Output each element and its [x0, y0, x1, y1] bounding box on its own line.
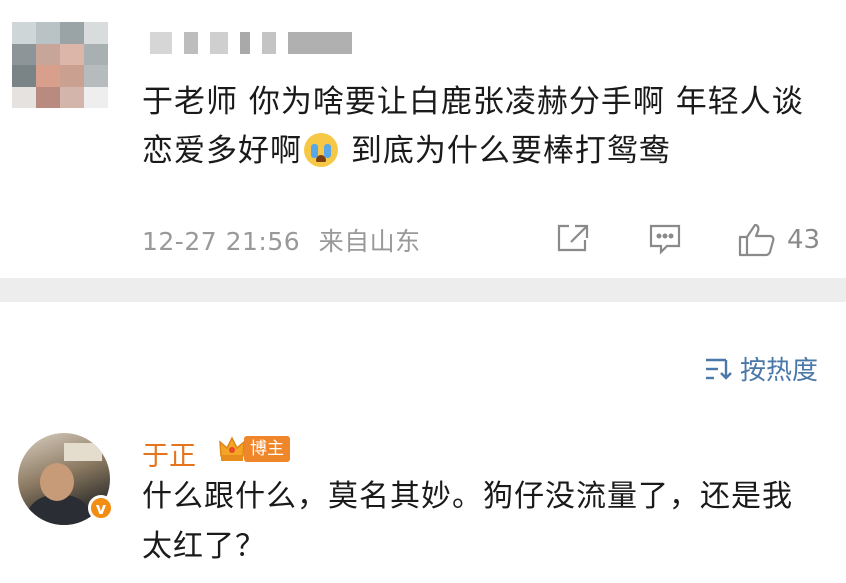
- comment-button[interactable]: [647, 222, 683, 256]
- avatar[interactable]: [12, 22, 108, 108]
- blogger-tag: 博主: [244, 436, 290, 462]
- crying-face-emoji-icon: [304, 133, 338, 167]
- blogger-badge: 博主: [218, 434, 290, 464]
- section-divider: [0, 278, 846, 302]
- crown-icon: [219, 436, 245, 461]
- sort-icon: [705, 358, 732, 380]
- original-comment: 于老师 你为啥要让白鹿张凌赫分手啊 年轻人谈恋爱多好啊 到底为什么要棒打鸳鸯 1…: [0, 0, 846, 278]
- thumbs-up-icon: [738, 223, 775, 257]
- comment-meta: 12-27 21:56 来自山东: [142, 222, 421, 258]
- reply-text: 什么跟什么，莫名其妙。狗仔没流量了，还是我太红了？: [142, 479, 793, 564]
- verified-badge-icon: v: [88, 495, 114, 521]
- timestamp: 12-27 21:56: [142, 227, 301, 256]
- reply-username[interactable]: 于正: [142, 434, 196, 473]
- username-redacted[interactable]: [150, 32, 352, 56]
- comment-text: 于老师 你为啥要让白鹿张凌赫分手啊 年轻人谈恋爱多好啊 到底为什么要棒打鸳鸯: [142, 78, 832, 176]
- like-count: 43: [787, 225, 821, 255]
- like-button[interactable]: 43: [737, 222, 820, 258]
- location: 来自山东: [318, 227, 421, 256]
- comment-icon: [649, 224, 681, 255]
- comment-text-part2: 到底为什么要棒打鸳鸯: [340, 133, 671, 169]
- share-icon: [557, 224, 589, 252]
- share-button[interactable]: [555, 222, 591, 254]
- sort-by-hot-button[interactable]: 按热度: [704, 350, 818, 387]
- sort-label: 按热度: [739, 356, 818, 386]
